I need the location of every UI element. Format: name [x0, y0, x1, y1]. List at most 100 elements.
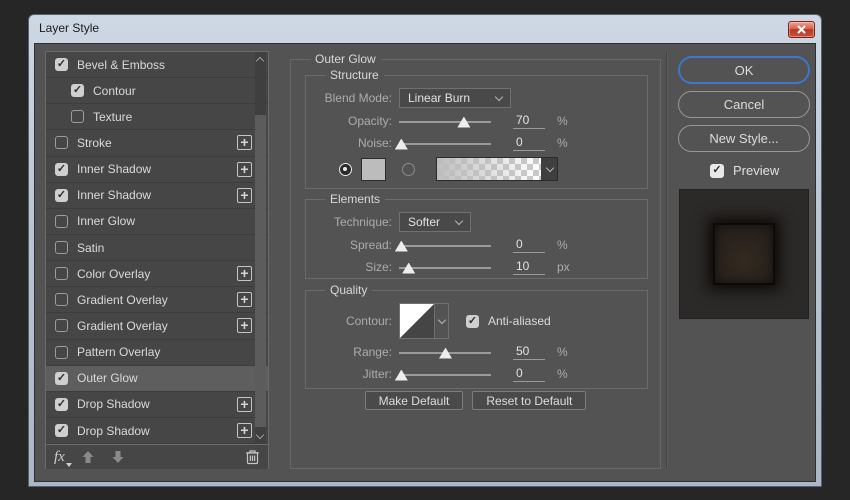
jitter-unit: %	[557, 367, 568, 381]
style-row-inner-shadow[interactable]: ✓ Inner Shadow +	[46, 182, 268, 209]
technique-select[interactable]: Softer	[399, 212, 471, 232]
add-effect-button[interactable]: +	[237, 422, 252, 438]
style-row-inner-shadow[interactable]: ✓ Inner Shadow +	[46, 156, 268, 183]
range-input[interactable]: 50	[513, 344, 545, 360]
style-checkbox[interactable]: ✓	[55, 58, 68, 72]
style-row-pattern-overlay[interactable]: Pattern Overlay	[46, 339, 268, 366]
chevron-down-icon	[545, 163, 555, 173]
range-slider[interactable]	[399, 346, 491, 359]
structure-section: Structure Blend Mode: Linear Burn Opacit…	[305, 68, 648, 189]
move-effect-down-button[interactable]	[111, 450, 125, 464]
scrollbar-thumb[interactable]	[255, 115, 266, 427]
style-label: Contour	[93, 83, 136, 98]
contour-label: Contour:	[345, 314, 392, 328]
style-checkbox[interactable]	[55, 345, 68, 359]
preview-label: Preview	[733, 163, 780, 178]
add-effect-button[interactable]: +	[237, 135, 252, 151]
style-checkbox[interactable]: ✓	[55, 188, 68, 202]
glow-gradient-radio[interactable]	[402, 162, 415, 176]
style-row-drop-shadow[interactable]: ✓ Drop Shadow +	[46, 391, 268, 418]
range-unit: %	[557, 345, 568, 359]
noise-slider[interactable]	[394, 137, 491, 150]
add-effect-button[interactable]: +	[237, 161, 252, 177]
style-checkbox[interactable]: ✓	[71, 84, 84, 98]
add-effect-button[interactable]: +	[237, 187, 252, 203]
style-checkbox[interactable]: ✓	[55, 424, 68, 438]
style-checkbox[interactable]	[55, 214, 68, 228]
technique-label: Technique:	[333, 215, 392, 229]
style-label: Stroke	[77, 135, 112, 150]
close-button[interactable]	[788, 21, 815, 38]
titlebar[interactable]: Layer Style	[29, 15, 821, 42]
style-checkbox[interactable]	[55, 319, 68, 333]
style-checkbox[interactable]	[55, 241, 68, 255]
spread-slider[interactable]	[394, 239, 491, 252]
style-row-gradient-overlay[interactable]: Gradient Overlay +	[46, 313, 268, 340]
style-row-satin[interactable]: Satin	[46, 234, 268, 262]
spread-unit: %	[557, 238, 568, 252]
glow-gradient-picker[interactable]	[436, 157, 558, 181]
glow-color-radio[interactable]	[339, 162, 352, 176]
size-slider[interactable]	[399, 261, 491, 274]
make-default-button[interactable]: Make Default	[364, 391, 464, 410]
style-checkbox[interactable]: ✓	[55, 371, 68, 385]
jitter-slider[interactable]	[394, 368, 491, 381]
fx-menu-button[interactable]: fx	[54, 449, 72, 467]
style-checkbox[interactable]: ✓	[55, 397, 68, 411]
style-checkbox[interactable]	[71, 110, 84, 124]
chevron-down-icon	[494, 92, 504, 102]
style-row-contour[interactable]: ✓ Contour	[46, 78, 268, 105]
styles-scrollbar[interactable]	[255, 52, 266, 444]
style-checkbox[interactable]	[55, 267, 68, 281]
style-row-inner-glow[interactable]: Inner Glow	[46, 208, 268, 235]
style-checkbox[interactable]	[55, 293, 68, 307]
glow-color-swatch[interactable]	[361, 157, 386, 181]
fx-dropdown-arrow-icon	[65, 462, 72, 467]
opacity-input[interactable]: 70	[513, 113, 545, 129]
preview-checkbox[interactable]: ✓	[710, 163, 724, 178]
scroll-up-icon[interactable]	[255, 56, 265, 66]
contour-picker[interactable]	[399, 303, 449, 339]
add-effect-button[interactable]: +	[237, 396, 252, 412]
style-row-texture[interactable]: Texture	[46, 104, 268, 131]
antialiased-checkbox[interactable]: ✓	[466, 314, 479, 328]
jitter-input[interactable]: 0	[513, 366, 545, 382]
style-row-bevel-emboss[interactable]: ✓ Bevel & Emboss	[46, 52, 268, 79]
style-row-outer-glow[interactable]: ✓ Outer Glow	[46, 365, 268, 392]
style-row-stroke[interactable]: Stroke +	[46, 130, 268, 157]
ok-button[interactable]: OK	[678, 56, 810, 84]
style-label: Color Overlay	[77, 266, 151, 281]
styles-panel: ✓ Bevel & Emboss ✓ Contour Texture Stroke + ✓ In…	[45, 51, 269, 469]
contour-thumbnail[interactable]	[400, 304, 434, 338]
spread-input[interactable]: 0	[513, 237, 545, 253]
gradient-dropdown-button[interactable]	[541, 158, 557, 180]
layer-style-dialog: Layer Style ✓ Bevel & Emboss ✓ Contour Textu…	[28, 14, 822, 487]
add-effect-button[interactable]: +	[237, 292, 252, 308]
cancel-button[interactable]: Cancel	[678, 91, 810, 118]
delete-effect-button[interactable]	[245, 449, 260, 465]
style-checkbox[interactable]: ✓	[55, 162, 68, 176]
add-effect-button[interactable]: +	[237, 266, 252, 282]
opacity-slider[interactable]	[399, 115, 491, 128]
size-unit: px	[557, 260, 570, 274]
gradient-preview[interactable]	[437, 158, 541, 180]
noise-input[interactable]: 0	[513, 135, 545, 151]
contour-dropdown-button[interactable]	[434, 304, 448, 338]
size-input[interactable]: 10	[513, 259, 545, 275]
style-label: Bevel & Emboss	[77, 57, 166, 72]
move-effect-up-button[interactable]	[81, 450, 95, 464]
style-label: Pattern Overlay	[77, 345, 161, 360]
style-row-drop-shadow[interactable]: ✓ Drop Shadow +	[46, 417, 268, 444]
reset-to-default-button[interactable]: Reset to Default	[472, 391, 587, 410]
style-checkbox[interactable]	[55, 136, 68, 150]
blend-mode-select[interactable]: Linear Burn	[399, 88, 511, 108]
scroll-down-icon[interactable]	[255, 430, 265, 440]
style-row-gradient-overlay[interactable]: Gradient Overlay +	[46, 287, 268, 314]
style-row-color-overlay[interactable]: Color Overlay +	[46, 261, 268, 288]
styles-list: ✓ Bevel & Emboss ✓ Contour Texture Stroke + ✓ In…	[46, 52, 268, 444]
style-label: Gradient Overlay	[77, 318, 168, 333]
dialog-body: ✓ Bevel & Emboss ✓ Contour Texture Stroke + ✓ In…	[34, 43, 816, 482]
new-style-button[interactable]: New Style...	[678, 125, 810, 152]
technique-value: Softer	[408, 215, 441, 229]
add-effect-button[interactable]: +	[237, 318, 252, 334]
